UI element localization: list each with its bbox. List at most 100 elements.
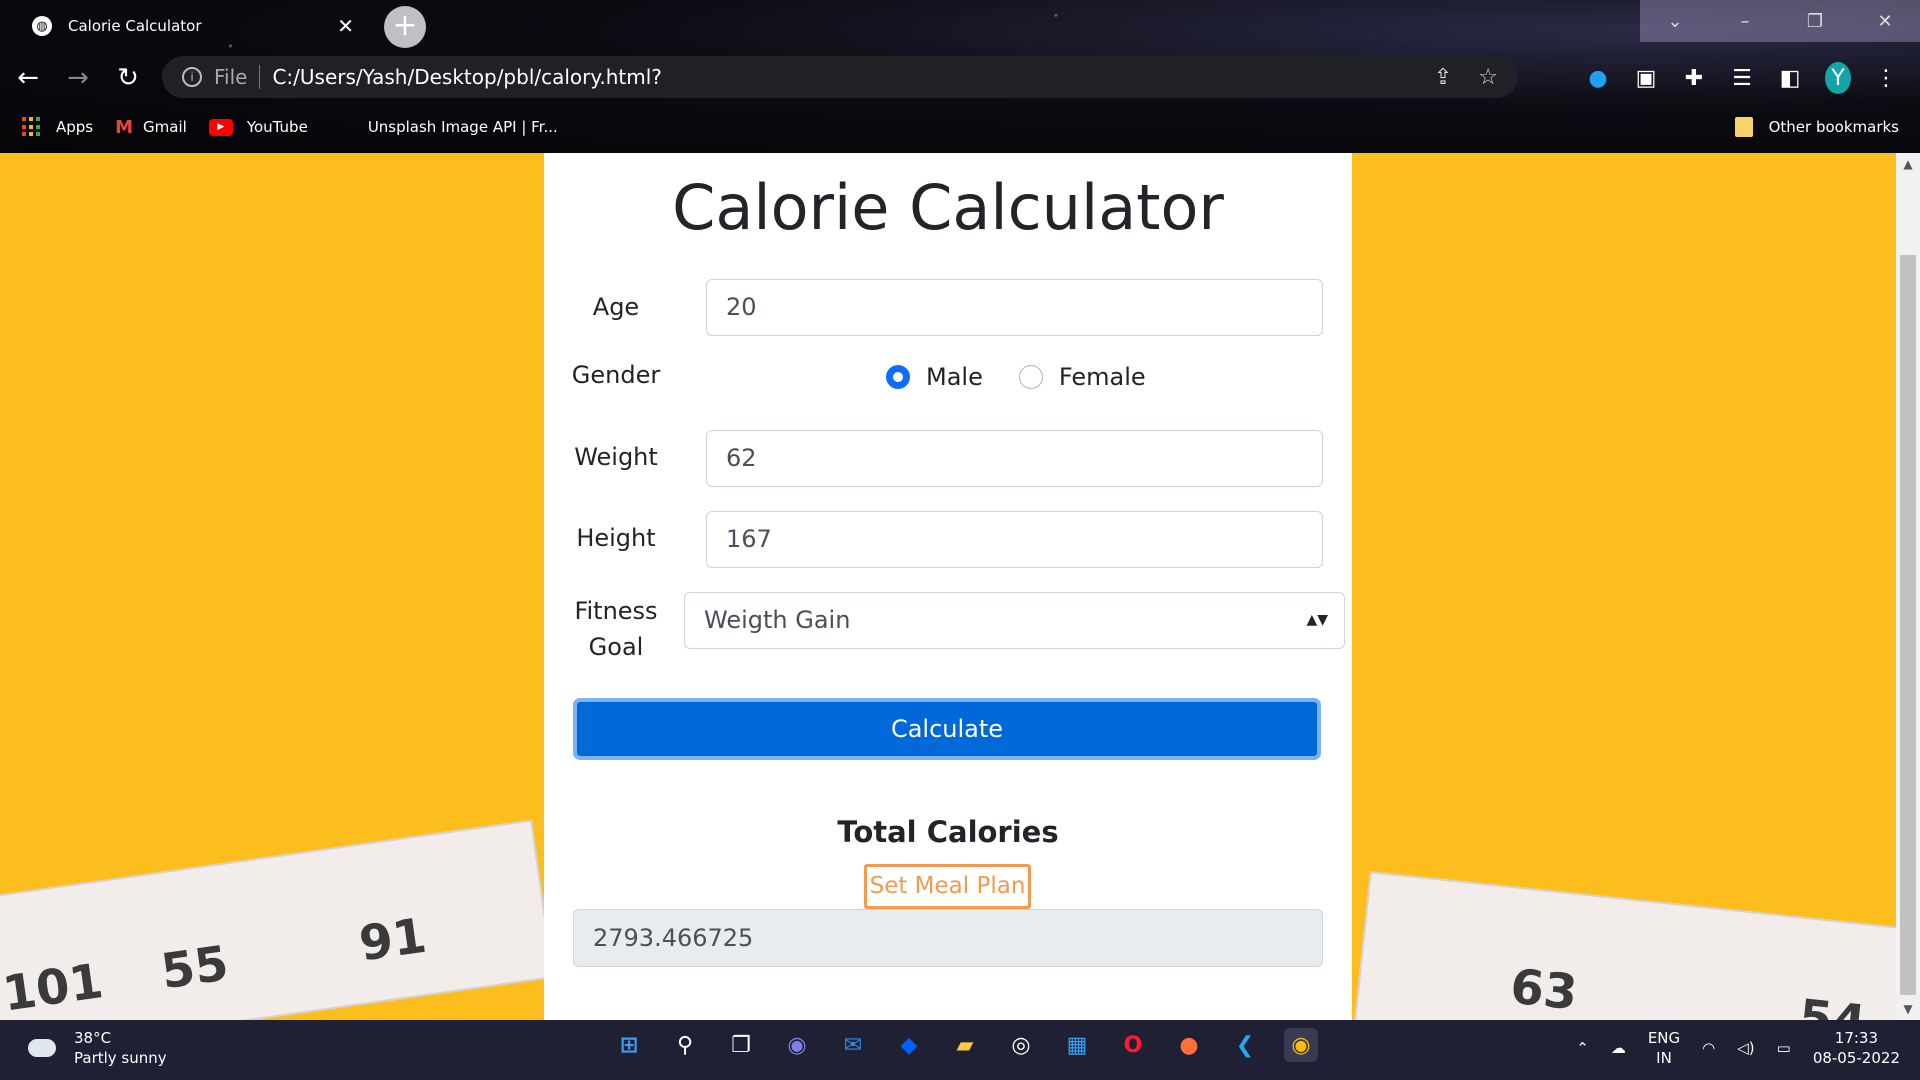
measuring-tape-image: 101 55 91 [0,819,555,1020]
globe-icon: ◍ [32,16,52,36]
chat-icon[interactable]: ◉ [780,1028,814,1062]
system-tray: ⌃ ☁ ENG IN ◠ ◁) ▭ 17:33 08-05-2022 [1576,1028,1900,1068]
apps-grid-icon [22,117,42,137]
firefox-icon[interactable]: ● [1172,1028,1206,1062]
volume-icon[interactable]: ◁) [1737,1039,1754,1057]
bookmark-label: Unsplash Image API | Fr... [367,118,558,136]
windows-start-icon[interactable]: ⊞ [612,1028,646,1062]
forward-icon[interactable]: → [56,63,100,93]
bookmarks-bar: Apps M Gmail ▶ YouTube Unsplash Image AP… [0,110,1920,144]
set-meal-plan-button[interactable]: Set Meal Plan [864,864,1031,909]
weight-input[interactable]: 62 [706,430,1323,487]
wifi-icon[interactable]: ◠ [1702,1039,1715,1057]
gender-label: Gender [571,361,661,389]
dropbox-icon[interactable]: ◆ [892,1028,926,1062]
taskbar: 38°C Partly sunny ⊞ ⚲ ❐ ◉ ✉ ◆ ▰ ◎ ▦ O ● … [0,1020,1920,1080]
browser-tab[interactable]: ◍ Calorie Calculator ✕ [18,6,368,46]
chrome-icon[interactable]: ◉ [1284,1028,1318,1062]
browser-chrome: ◍ Calorie Calculator ✕ + ⌄ – ❐ ✕ ← → ↻ i… [0,0,1920,153]
extensions-bar: ● ▣ ✚ ☰ ◧ Y ⋮ [1585,52,1899,104]
page-scrollbar[interactable]: ▲ ▼ [1896,153,1920,1020]
other-bookmarks[interactable]: Other bookmarks [1734,117,1899,137]
bookmark-label: Apps [56,118,94,136]
weather-widget[interactable]: 38°C Partly sunny [22,1028,167,1068]
drop-icon[interactable]: ● [1585,66,1611,91]
chevron-up-icon[interactable]: ⌃ [1576,1039,1589,1057]
bookmark-gmail[interactable]: M Gmail [115,117,187,138]
back-icon[interactable]: ← [6,63,50,93]
close-window-button[interactable]: ✕ [1850,0,1920,42]
scroll-up-icon[interactable]: ▲ [1896,157,1920,171]
opera-icon[interactable]: O [1116,1028,1150,1062]
fitness-goal-label-line1: Fitness [574,597,658,625]
calculate-button[interactable]: Calculate [573,698,1321,760]
age-input[interactable]: 20 [706,279,1323,336]
vscode-icon[interactable]: ❮ [1228,1028,1262,1062]
app-icon[interactable]: ◎ [1004,1028,1038,1062]
page-viewport: 101 55 91 63 54 Calorie Calculator Age 2… [0,153,1896,1020]
file-explorer-icon[interactable]: ▰ [948,1028,982,1062]
tab-search-icon[interactable]: ⌄ [1640,0,1710,42]
bookmark-label: Gmail [143,118,187,136]
address-bar[interactable]: i File C:/Users/Yash/Desktop/pbl/calory.… [162,56,1518,98]
battery-icon[interactable]: ▭ [1777,1039,1791,1057]
reading-list-icon[interactable]: ☰ [1729,66,1755,91]
side-panel-icon[interactable]: ◧ [1777,66,1803,91]
reload-icon[interactable]: ↻ [106,63,150,93]
total-calories-heading: Total Calories [837,815,1059,849]
page-title: Calorie Calculator [672,171,1224,244]
new-tab-button[interactable]: + [384,6,426,48]
minimize-button[interactable]: – [1710,0,1780,42]
mail-icon[interactable]: ✉ [836,1028,870,1062]
browser-toolbar: ← → ↻ i File C:/Users/Yash/Desktop/pbl/c… [0,52,1920,104]
url-text[interactable]: C:/Users/Yash/Desktop/pbl/calory.html? [272,65,1407,89]
partly-sunny-icon [22,1033,56,1057]
url-separator [259,65,261,89]
close-icon[interactable]: ✕ [337,14,354,38]
clock[interactable]: 17:33 08-05-2022 [1813,1028,1900,1068]
gender-female-radio[interactable] [1018,365,1043,389]
weight-label: Weight [574,443,658,471]
language-indicator[interactable]: ENG IN [1648,1028,1680,1068]
youtube-icon: ▶ [208,118,233,136]
temperature: 38°C [74,1029,112,1047]
search-icon[interactable]: ⚲ [668,1028,702,1062]
url-scheme: File [214,65,248,89]
gender-radio-group: Male Female [886,363,1182,391]
task-view-icon[interactable]: ❐ [724,1028,758,1062]
onedrive-icon[interactable]: ☁ [1611,1039,1626,1057]
clock-time: 17:33 [1834,1029,1879,1047]
bookmark-youtube[interactable]: ▶ YouTube [208,118,308,136]
calculator-card: Calorie Calculator Age 20 Gender Male Fe… [544,153,1352,1020]
bookmark-label: YouTube [246,118,308,136]
scroll-thumb[interactable] [1900,255,1916,995]
height-label: Height [576,524,656,552]
gender-female-label[interactable]: Female [1059,363,1146,391]
language-line2: IN [1656,1049,1672,1067]
total-calories-output: 2793.466725 [573,909,1323,967]
info-icon[interactable]: i [182,67,202,87]
bookmark-apps[interactable]: Apps [22,117,93,137]
extension-icon[interactable]: ✚ [1681,66,1707,91]
fitness-goal-select[interactable]: Weigth Gain ▲▼ [684,592,1345,649]
measuring-tape-image: 63 54 [1353,871,1896,1020]
store-icon[interactable]: ▦ [1060,1028,1094,1062]
share-icon[interactable]: ⇪ [1434,65,1452,90]
gender-male-label[interactable]: Male [926,363,983,391]
fitness-goal-value: Weigth Gain [704,606,851,634]
star-icon[interactable]: ☆ [1478,65,1498,90]
gender-male-radio[interactable] [886,365,910,389]
menu-icon[interactable]: ⋮ [1873,66,1899,91]
media-icon[interactable]: ▣ [1633,66,1659,91]
fitness-goal-label-line2: Goal [588,633,644,661]
gmail-icon: M [115,116,134,138]
select-caret-icon: ▲▼ [1306,612,1328,628]
scroll-down-icon[interactable]: ▼ [1896,1002,1920,1016]
bookmark-unsplash[interactable]: Unsplash Image API | Fr... [368,118,558,136]
avatar[interactable]: Y [1825,62,1851,94]
tab-title: Calorie Calculator [68,17,202,35]
restore-button[interactable]: ❐ [1780,0,1850,42]
other-bookmarks-label: Other bookmarks [1768,118,1899,136]
age-label: Age [592,293,640,321]
height-input[interactable]: 167 [706,511,1323,568]
